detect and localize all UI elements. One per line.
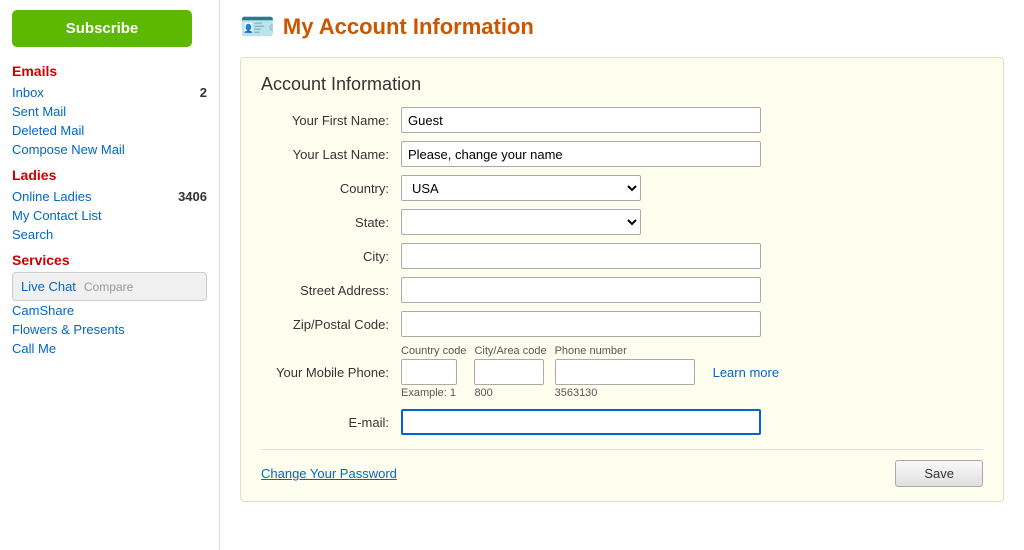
city-input[interactable] (401, 243, 761, 269)
first-name-label: Your First Name: (261, 113, 401, 128)
area-code-sub: City/Area code 800 (474, 345, 546, 399)
state-label: State: (261, 215, 401, 230)
email-input[interactable] (401, 409, 761, 435)
country-code-label: Country code (401, 345, 466, 357)
phone-example: 3563130 (555, 387, 598, 399)
phone-number-sub: Phone number 3563130 (555, 345, 695, 399)
phone-group: Country code Example: 1 City/Area code 8… (401, 345, 779, 399)
zip-row: Zip/Postal Code: (261, 311, 983, 337)
save-button[interactable]: Save (895, 460, 983, 487)
street-row: Street Address: (261, 277, 983, 303)
zip-input[interactable] (401, 311, 761, 337)
street-label: Street Address: (261, 283, 401, 298)
mobile-phone-label: Your Mobile Phone: (261, 365, 401, 380)
sidebar-item-camshare[interactable]: CamShare (12, 301, 207, 320)
subscribe-button[interactable]: Subscribe (12, 10, 192, 47)
sidebar-item-search[interactable]: Search (12, 225, 207, 244)
country-label: Country: (261, 181, 401, 196)
form-card-title: Account Information (261, 74, 983, 95)
learn-more-link[interactable]: Learn more (713, 365, 779, 380)
sidebar-item-flowers[interactable]: Flowers & Presents (12, 320, 207, 339)
change-password-button[interactable]: Change Your Password (261, 466, 397, 481)
area-code-input[interactable] (474, 359, 544, 385)
mobile-phone-row: Your Mobile Phone: Country code Example:… (261, 345, 983, 399)
ladies-section-title: Ladies (12, 167, 207, 183)
main-content: 🪪 My Account Information Account Informa… (220, 0, 1024, 550)
sidebar-item-compose[interactable]: Compose New Mail (12, 140, 207, 159)
zip-label: Zip/Postal Code: (261, 317, 401, 332)
page-title: My Account Information (283, 14, 534, 40)
services-section-title: Services (12, 252, 207, 268)
country-code-input[interactable] (401, 359, 457, 385)
last-name-label: Your Last Name: (261, 147, 401, 162)
cc-example: Example: 1 (401, 387, 456, 399)
account-icon: 🪪 (240, 10, 275, 43)
sidebar-item-inbox[interactable]: Inbox 2 (12, 83, 207, 102)
live-chat-compare-box: Live Chat Compare (12, 272, 207, 301)
first-name-input[interactable] (401, 107, 761, 133)
country-select[interactable]: USA Canada UK Australia Germany France (401, 175, 641, 201)
sidebar-item-sent-mail[interactable]: Sent Mail (12, 102, 207, 121)
email-row: E-mail: (261, 409, 983, 435)
last-name-row: Your Last Name: (261, 141, 983, 167)
account-info-card: Account Information Your First Name: You… (240, 57, 1004, 502)
sidebar-item-online-ladies[interactable]: Online Ladies 3406 (12, 187, 207, 206)
country-row: Country: USA Canada UK Australia Germany… (261, 175, 983, 201)
phone-number-label: Phone number (555, 345, 627, 357)
page-header: 🪪 My Account Information (240, 10, 1004, 43)
sidebar-item-deleted-mail[interactable]: Deleted Mail (12, 121, 207, 140)
emails-section-title: Emails (12, 63, 207, 79)
city-label: City: (261, 249, 401, 264)
phone-number-input[interactable] (555, 359, 695, 385)
state-select[interactable] (401, 209, 641, 235)
state-row: State: (261, 209, 983, 235)
sidebar-item-live-chat[interactable]: Live Chat (21, 277, 76, 296)
country-code-sub: Country code Example: 1 (401, 345, 466, 399)
first-name-row: Your First Name: (261, 107, 983, 133)
area-code-label: City/Area code (474, 345, 546, 357)
city-row: City: (261, 243, 983, 269)
last-name-input[interactable] (401, 141, 761, 167)
sidebar-item-contact-list[interactable]: My Contact List (12, 206, 207, 225)
sidebar-item-call-me[interactable]: Call Me (12, 339, 207, 358)
street-input[interactable] (401, 277, 761, 303)
form-bottom: Change Your Password Save (261, 449, 983, 487)
email-label: E-mail: (261, 415, 401, 430)
sidebar: Subscribe Emails Inbox 2 Sent Mail Delet… (0, 0, 220, 550)
area-example: 800 (474, 387, 492, 399)
